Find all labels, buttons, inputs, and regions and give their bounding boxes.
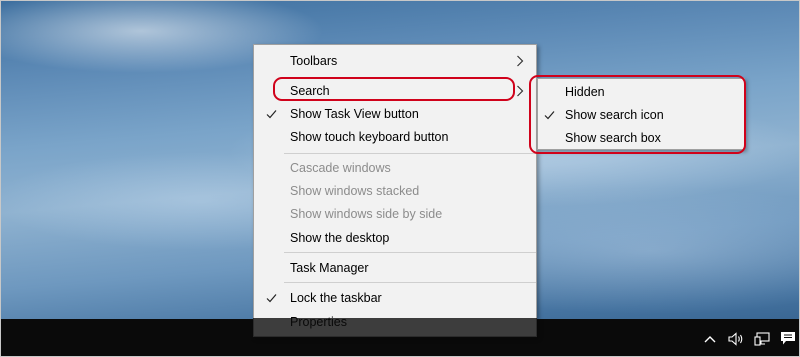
menu-item-label: Lock the taskbar [290,290,382,305]
network-icon[interactable] [749,319,775,356]
menu-separator [284,153,536,154]
submenu-item-show-search-box[interactable]: Show search box [538,126,744,149]
menu-item-label: Show touch keyboard button [290,129,449,144]
system-tray [697,319,799,356]
submenu-item-label: Hidden [565,84,605,99]
menu-item-show-task-view-button[interactable]: Show Task View button [254,102,536,125]
menu-item-label: Show windows side by side [290,206,443,221]
submenu-item-label: Show search box [565,130,661,145]
checkmark-icon [543,109,555,121]
submenu-item-show-search-icon[interactable]: Show search icon [538,103,744,126]
action-center-icon[interactable] [775,319,799,356]
menu-item-label: Cascade windows [290,160,391,175]
menu-item-lock-the-taskbar[interactable]: Lock the taskbar [254,286,536,309]
taskbar-overlap [253,318,537,338]
menu-item-show-the-desktop[interactable]: Show the desktop [254,226,536,249]
menu-item-label: Task Manager [290,260,369,275]
menu-separator [284,252,536,253]
menu-separator [284,282,536,283]
menu-item-label: Show Task View button [290,106,419,121]
volume-icon[interactable] [723,319,749,356]
checkmark-icon [265,292,277,304]
menu-item-show-windows-side-by-side: Show windows side by side [254,202,536,225]
taskbar-context-menu: Toolbars Search Show Task View button Sh… [253,44,537,337]
menu-item-label: Search [290,83,330,98]
chevron-right-icon [517,85,524,96]
menu-item-show-windows-stacked: Show windows stacked [254,179,536,202]
menu-item-show-touch-keyboard-button[interactable]: Show touch keyboard button [254,125,536,148]
submenu-item-hidden[interactable]: Hidden [538,80,744,103]
menu-item-task-manager[interactable]: Task Manager [254,256,536,279]
menu-item-label: Show windows stacked [290,183,420,198]
menu-item-label: Show the desktop [290,230,390,245]
menu-item-toolbars[interactable]: Toolbars [254,49,536,72]
menu-item-cascade-windows: Cascade windows [254,156,536,179]
menu-item-label: Toolbars [290,53,338,68]
menu-item-search[interactable]: Search [254,79,536,102]
chevron-up-icon[interactable] [697,319,723,356]
submenu-item-label: Show search icon [565,107,664,122]
search-submenu: Hidden Show search icon Show search box [537,78,745,150]
checkmark-icon [265,108,277,120]
chevron-right-icon [517,55,524,66]
